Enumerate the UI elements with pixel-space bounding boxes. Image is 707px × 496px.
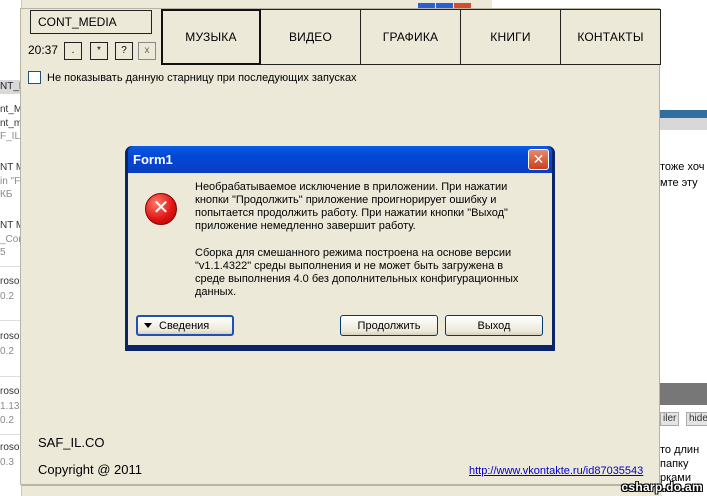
message-line: приложение немедленно завершит работу.	[195, 220, 416, 232]
help-button[interactable]: ?	[115, 42, 133, 60]
bg-fragment: roso	[0, 442, 20, 453]
bg-fragment: КБ	[0, 189, 13, 200]
dialog-body: ✕ Необрабатываемое исключение в приложен…	[128, 173, 552, 345]
vk-link[interactable]: http://www.vkontakte.ru/id87035543	[469, 465, 643, 477]
star-button[interactable]: *	[90, 42, 108, 60]
bg-fragment: NT_M	[0, 81, 21, 92]
minimize-button[interactable]: .	[64, 42, 82, 60]
bg-fragment: F_IL.	[0, 131, 22, 142]
bg-divider	[0, 376, 21, 377]
bg-tab: iler	[660, 412, 680, 426]
app-title: CONT_MEDIA	[30, 10, 152, 34]
bg-right-text: папку	[660, 458, 689, 470]
background-window-right: тоже хоч мте эту iler hide то длин папку…	[660, 0, 707, 496]
bg-tab: hide	[686, 412, 707, 426]
dialog-close-icon[interactable]: ✕	[528, 149, 549, 170]
background-window-controls	[418, 0, 474, 9]
error-message-2: Сборка для смешанного режима построена н…	[195, 247, 535, 299]
bg-fragment: in "F	[0, 176, 21, 187]
nav-music[interactable]: МУЗЫКА	[161, 9, 261, 65]
bg-fragment: nt_M	[0, 104, 22, 115]
message-line: данных.	[195, 286, 237, 298]
error-dialog: Form1 ✕ ✕ Необрабатываемое исключение в …	[125, 146, 555, 351]
nav-graphics[interactable]: ГРАФИКА	[361, 9, 461, 65]
continue-button[interactable]: Продолжить	[340, 315, 438, 336]
details-label: Сведения	[159, 319, 210, 332]
main-nav: МУЗЫКА ВИДЕО ГРАФИКА КНИГИ КОНТАКТЫ	[161, 9, 661, 65]
bg-fragment: 5	[0, 247, 6, 258]
bg-fragment: NT M	[0, 220, 22, 231]
chevron-down-icon	[144, 323, 152, 328]
dialog-titlebar[interactable]: Form1 ✕	[128, 146, 552, 173]
bg-fragment: NT M	[0, 162, 22, 173]
bg-fragment: roso	[0, 386, 20, 397]
bg-fragment: _Con	[0, 234, 22, 245]
bg-fragment: 0.3	[0, 457, 14, 468]
message-line: попытается продолжить работу. При нажати…	[195, 207, 508, 219]
bg-right-text: тоже хоч	[660, 161, 705, 173]
error-icon: ✕	[145, 193, 177, 225]
bg-fragment: 1.132	[0, 401, 21, 412]
background-window-left: NT_M nt_M nt_m F_IL. NT M in "F КБ NT M …	[0, 0, 22, 496]
bg-divider	[0, 434, 21, 435]
close-button[interactable]: x	[138, 42, 156, 60]
brand-label: SAF_IL.CO	[38, 435, 105, 450]
bg-right-text: то длин	[660, 444, 700, 456]
bg-fragment: 0.2	[0, 346, 14, 357]
bg-fragment: 0.2	[0, 291, 14, 302]
bg-fragment: roso	[0, 331, 20, 342]
nav-contacts[interactable]: КОНТАКТЫ	[561, 9, 661, 65]
bg-fragment: 0.2	[0, 415, 14, 426]
error-message-1: Необрабатываемое исключение в приложении…	[195, 181, 535, 233]
details-button[interactable]: Сведения	[136, 315, 234, 336]
message-line: "v1.1.4322" среды выполнения и не может …	[195, 260, 504, 272]
dialog-title: Form1	[133, 152, 173, 167]
bg-divider	[0, 320, 21, 321]
copyright-label: Copyright @ 2011	[38, 462, 143, 477]
bg-right-text: мте эту	[660, 177, 698, 189]
dont-show-label[interactable]: Не показывать данную старницу при послед…	[47, 72, 357, 84]
exit-button[interactable]: Выход	[445, 315, 543, 336]
dont-show-row: Не показывать данную старницу при послед…	[28, 71, 357, 84]
message-line: среде выполнения 4.0 без дополнительных …	[195, 273, 519, 285]
bg-bar	[660, 110, 707, 118]
dont-show-checkbox[interactable]	[28, 71, 41, 84]
bg-fragment: roso	[0, 276, 20, 287]
bg-fragment: nt_m	[0, 118, 22, 129]
nav-books[interactable]: КНИГИ	[461, 9, 561, 65]
nav-video[interactable]: ВИДЕО	[261, 9, 361, 65]
watermark: csharp.do.am	[621, 480, 703, 494]
message-line: Сборка для смешанного режима построена н…	[195, 247, 512, 259]
bg-bar	[660, 118, 707, 130]
bg-divider	[0, 266, 21, 267]
message-line: кнопки "Продолжить" приложение проигнори…	[195, 194, 497, 206]
background-window-bottom	[22, 485, 662, 496]
bg-bar	[660, 383, 707, 405]
clock: 20:37	[28, 43, 59, 57]
message-line: Необрабатываемое исключение в приложении…	[195, 181, 508, 193]
